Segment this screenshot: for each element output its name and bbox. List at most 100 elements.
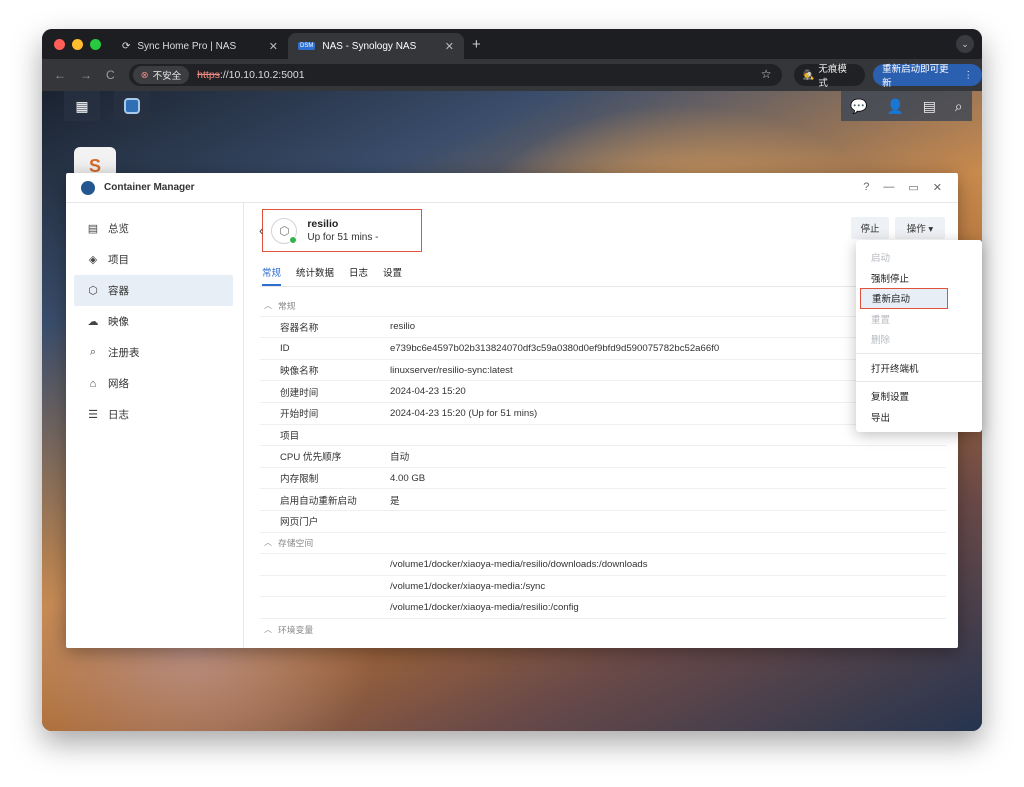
menu-item-start[interactable]: 启动 (856, 247, 982, 268)
sidebar-item-image[interactable]: ☁ 映像 (74, 306, 233, 337)
browser-tab-nas[interactable]: DSM NAS - Synology NAS ✕ (288, 33, 464, 59)
notification-icon[interactable]: 💬 (850, 98, 867, 115)
dsm-icon: DSM (298, 42, 316, 50)
container-name: resilio (307, 218, 339, 230)
close-tab-icon[interactable]: ✕ (445, 40, 454, 53)
tab-settings[interactable]: 设置 (383, 265, 402, 286)
menu-item-duplicate-settings[interactable]: 复制设置 (856, 386, 982, 407)
widgets-icon[interactable]: ▤ (923, 98, 936, 115)
close-window-button[interactable] (54, 38, 65, 50)
main-panel: ‹ ⬡ resilio Up for 51 mins - 停止 操作 ▾ 常规 … (244, 203, 958, 648)
browser-tab-sync[interactable]: ⟳ Sync Home Pro | NAS ✕ (112, 33, 288, 59)
tab-strip: ⟳ Sync Home Pro | NAS ✕ DSM NAS - Synolo… (42, 29, 982, 59)
back-icon[interactable]: ‹ (259, 223, 263, 238)
row-value: 是 (390, 495, 400, 507)
container-manager-icon (124, 98, 140, 114)
incognito-label: 无痕模式 (818, 64, 847, 89)
chevron-up-icon: ︿ (264, 300, 272, 310)
table-row: 映像名称 linuxserver/resilio-sync:latest (260, 360, 946, 382)
back-icon[interactable]: ← (54, 68, 66, 82)
action-button[interactable]: 操作 ▾ (895, 217, 945, 239)
menu-item-export[interactable]: 导出 (856, 407, 982, 428)
row-value: 自动 (390, 452, 410, 464)
sidebar-item-registry[interactable]: ⌕ 注册表 (74, 337, 233, 368)
bookmark-star-icon[interactable]: ☆ (761, 67, 772, 81)
menu-item-delete[interactable]: 删除 (856, 329, 982, 350)
row-key: 创建时间 (280, 387, 319, 399)
table-row: 开始时间 2024-04-23 15:20 (Up for 51 mins) (260, 403, 946, 425)
container-icon: ⬡ (88, 285, 98, 297)
search-icon[interactable]: ⌕ (955, 98, 963, 115)
main-menu-icon[interactable]: ▦ (64, 91, 100, 121)
maximize-icon[interactable]: ▭ (908, 181, 918, 194)
url-host: ://10.10.10.2:5001 (219, 69, 305, 81)
sidebar-item-log[interactable]: ☰ 日志 (74, 399, 233, 430)
reload-icon[interactable]: C (106, 68, 115, 82)
tab-general[interactable]: 常规 (262, 265, 282, 286)
zoom-window-button[interactable] (90, 38, 101, 50)
app-titlebar: Container Manager (66, 173, 958, 203)
update-button[interactable]: 重新启动即可更新 ⋮ (873, 64, 982, 89)
row-key: 开始时间 (280, 409, 319, 421)
minimize-icon[interactable]: — (883, 181, 894, 194)
stop-button[interactable]: 停止 (851, 217, 889, 239)
url-scheme: https (197, 69, 220, 81)
row-value: 4.00 GB (390, 472, 426, 484)
container-header: ‹ ⬡ resilio Up for 51 mins - (259, 209, 422, 252)
new-tab-button[interactable]: + (472, 36, 481, 53)
update-label: 重新启动即可更新 (882, 64, 949, 89)
user-icon[interactable]: 👤 (887, 98, 904, 115)
taskbar-container-manager[interactable] (114, 91, 150, 121)
log-icon: ☰ (88, 409, 98, 421)
table-row: 创建时间 2024-04-23 15:20 (260, 381, 946, 403)
detail-table: ︿ 常规 容器名称 resilio ID e739bc6e4597b02b313824… (260, 295, 946, 641)
sidebar-item-container[interactable]: ⬡ 容器 (74, 275, 233, 306)
section-header-general[interactable]: ︿ 常规 (260, 295, 946, 317)
registry-icon: ⌕ (89, 346, 97, 358)
row-value: /volume1/docker/xiaoya-media/resilio:/co… (390, 602, 579, 614)
table-row: 内存限制 4.00 GB (260, 468, 946, 490)
url-field[interactable]: ⊗ 不安全 https://10.10.10.2:5001 ☆ (128, 64, 782, 86)
window-controls (54, 38, 112, 50)
sidebar-item-label: 总览 (108, 223, 129, 235)
image-icon: ☁ (87, 316, 99, 328)
row-key: CPU 优先顺序 (280, 452, 342, 464)
nav-buttons: ← → C (54, 68, 115, 82)
warning-icon: ⊗ (140, 69, 149, 81)
section-header-env[interactable]: ︿ 环境变量 (260, 619, 946, 641)
menu-item-open-terminal[interactable]: 打开终端机 (856, 358, 982, 379)
security-badge[interactable]: ⊗ 不安全 (132, 66, 190, 84)
running-status-dot (289, 235, 298, 244)
sidebar-item-overview[interactable]: ▤ 总览 (74, 213, 233, 244)
tab-search-icon[interactable]: ⌄ (956, 35, 974, 53)
table-row: 容器名称 resilio (260, 317, 946, 339)
table-row: 项目 (260, 425, 946, 447)
menu-item-restart[interactable]: 重新启动 (860, 288, 948, 309)
minimize-window-button[interactable] (72, 38, 83, 50)
tab-title: NAS - Synology NAS (322, 40, 417, 52)
sidebar-item-label: 项目 (108, 254, 129, 266)
dsm-taskbar: ▦ (64, 91, 160, 121)
row-value: /volume1/docker/xiaoya-media/resilio/dow… (390, 558, 648, 570)
project-icon: ◈ (88, 254, 98, 266)
table-row: CPU 优先顺序 自动 (260, 446, 946, 468)
tab-stats[interactable]: 统计数据 (296, 265, 334, 286)
sidebar-item-network[interactable]: ⌂ 网络 (74, 368, 233, 399)
row-key: 网页门户 (280, 517, 319, 529)
incognito-badge[interactable]: 🕵 无痕模式 (793, 64, 866, 89)
menu-item-reset[interactable]: 重置 (856, 309, 982, 330)
close-icon[interactable]: ✕ (933, 181, 942, 194)
forward-icon[interactable]: → (80, 68, 92, 82)
detail-tabs: 常规 统计数据 日志 设置 (262, 265, 402, 286)
help-icon[interactable]: ? (863, 181, 869, 194)
tab-log[interactable]: 日志 (349, 265, 368, 286)
section-title: 环境变量 (278, 625, 314, 636)
sidebar-item-project[interactable]: ◈ 项目 (74, 244, 233, 275)
row-key: 内存限制 (280, 474, 319, 486)
section-header-storage[interactable]: ︿ 存储空间 (260, 533, 946, 555)
close-tab-icon[interactable]: ✕ (269, 40, 278, 53)
container-cube-icon: ⬡ (271, 217, 298, 244)
sidebar-item-label: 日志 (108, 409, 129, 421)
menu-item-force-stop[interactable]: 强制停止 (856, 268, 982, 289)
tab-title: Sync Home Pro | NAS (137, 40, 237, 52)
